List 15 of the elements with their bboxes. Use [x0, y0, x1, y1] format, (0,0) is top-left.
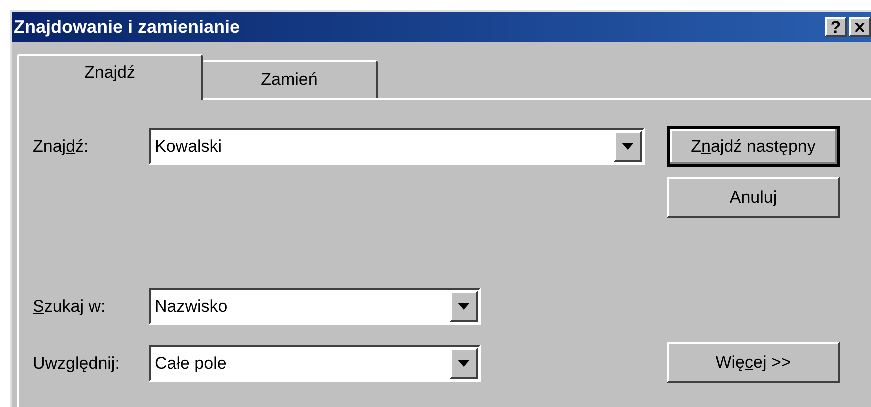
close-button[interactable]: [849, 17, 871, 37]
tab[interactable]: Zamień: [203, 60, 378, 98]
close-icon: [855, 22, 865, 32]
dropdown-field[interactable]: Całe pole: [149, 345, 481, 382]
field-label: Szukaj w:: [33, 296, 107, 318]
tab[interactable]: Znajdź: [17, 54, 203, 100]
dialog-button[interactable]: Więcej >>: [667, 342, 840, 383]
dropdown-field[interactable]: Nazwisko: [149, 288, 481, 325]
dialog-button[interactable]: Znajdź następny: [667, 126, 840, 167]
help-button[interactable]: ?: [825, 17, 847, 37]
dialog-button[interactable]: Anuluj: [667, 177, 840, 218]
dropdown-field[interactable]: Kowalski: [149, 128, 645, 165]
field-label: Uwzględnij:: [33, 352, 121, 375]
field-label: Znajdź:: [33, 136, 90, 158]
window-title: Znajdowanie i zamienianie: [14, 18, 240, 36]
